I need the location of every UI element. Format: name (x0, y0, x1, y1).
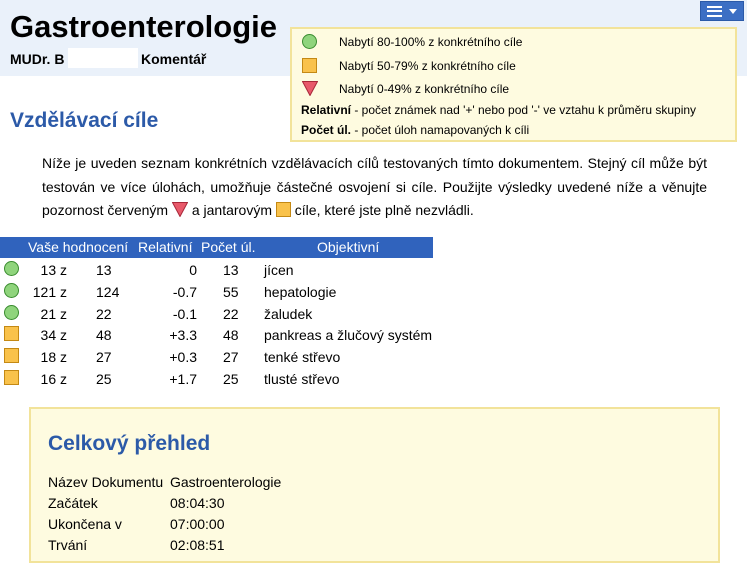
cell-total: 124 (96, 284, 120, 300)
legend-item-red: Nabytí 0-49% z konkrétního cíle (302, 81, 509, 96)
legend-panel: Nabytí 80-100% z konkrétního cíle Nabytí… (290, 27, 737, 142)
objectives-intro: Níže je uveden seznam konkrétních vzdělá… (42, 152, 707, 223)
cell-relative: +1.7 (169, 371, 197, 387)
summary-row-start: Začátek 08:04:30 (48, 495, 225, 511)
menu-button[interactable] (700, 1, 744, 21)
summary-label: Začátek (48, 495, 98, 511)
table-row: 18 z 27 +0.3 27 tenké střevo (0, 346, 440, 368)
summary-title: Celkový přehled (48, 432, 211, 455)
summary-value: 07:00:00 (170, 516, 225, 532)
cell-score: 13 z (40, 262, 67, 278)
cell-total: 48 (96, 327, 112, 343)
cell-objective: tenké střevo (264, 349, 341, 365)
cell-score: 34 z (40, 327, 67, 343)
col-header-count: Počet úl. (201, 239, 256, 255)
cell-count: 25 (223, 371, 239, 387)
summary-panel: Celkový přehled Název Dokumentu Gastroen… (29, 407, 720, 563)
cell-objective: žaludek (264, 306, 313, 322)
table-row: 16 z 25 +1.7 25 tlusté střevo (0, 368, 440, 390)
legend-label: Nabytí 50-79% z konkrétního cíle (339, 58, 516, 73)
legend-count-desc: - počet úloh namapovaných k cíli (351, 123, 530, 137)
cell-total: 22 (96, 306, 112, 322)
green-circle-icon (4, 261, 19, 276)
objectives-title: Vzdělávací cíle (10, 109, 159, 132)
col-header-score: Vaše hodnocení (28, 239, 129, 255)
legend-item-green: Nabytí 80-100% z konkrétního cíle (302, 34, 522, 49)
red-triangle-icon (302, 81, 318, 96)
cell-score: 121 z (32, 284, 67, 300)
page-title: Gastroenterologie (10, 9, 277, 44)
summary-label: Ukončena v (48, 516, 122, 532)
summary-row-duration: Trvání 02:08:51 (48, 537, 225, 553)
cell-relative: -0.1 (172, 306, 197, 322)
summary-row-document: Název Dokumentu Gastroenterologie (48, 474, 281, 490)
cell-total: 27 (96, 349, 112, 365)
cell-score: 16 z (40, 371, 67, 387)
col-header-objective: Objektivní (317, 239, 380, 255)
cell-relative: +3.3 (169, 327, 197, 343)
comment-label: Komentář (141, 51, 207, 67)
cell-objective: hepatologie (264, 284, 337, 300)
cell-objective: tlusté střevo (264, 371, 340, 387)
summary-value: 02:08:51 (170, 537, 225, 553)
amber-square-icon (275, 202, 291, 217)
legend-count-term: Počet úl. (301, 123, 352, 137)
legend-label: Nabytí 80-100% z konkrétního cíle (339, 34, 523, 49)
cell-count: 13 (223, 262, 239, 278)
summary-value: Gastroenterologie (170, 474, 282, 490)
table-row: 121 z 124 -0.7 55 hepatologie (0, 281, 440, 303)
amber-square-icon (302, 58, 317, 73)
summary-row-finished: Ukončena v 07:00:00 (48, 516, 225, 532)
table-row: 21 z 22 -0.1 22 žaludek (0, 303, 440, 325)
cell-relative: +0.3 (169, 349, 197, 365)
green-circle-icon (4, 283, 19, 298)
amber-square-icon (4, 348, 19, 363)
table-row: 34 z 48 +3.3 48 pankreas a žlučový systé… (0, 324, 440, 346)
cell-score: 18 z (40, 349, 67, 365)
student-name: MUDr. B (10, 51, 65, 67)
red-triangle-icon (171, 202, 188, 217)
hamburger-menu-icon (707, 5, 722, 17)
summary-label: Název Dokumentu (48, 474, 164, 490)
cell-score: 21 z (40, 306, 67, 322)
intro-text: cíle, které jste plně nezvládli. (290, 202, 474, 218)
legend-item-amber: Nabytí 50-79% z konkrétního cíle (302, 58, 516, 73)
cell-count: 22 (223, 306, 239, 322)
col-header-relative: Relativní (138, 239, 193, 255)
objectives-table-header: Vaše hodnocení Relativní Počet úl. Objek… (0, 237, 433, 258)
legend-label: Nabytí 0-49% z konkrétního cíle (339, 81, 510, 96)
cell-objective: jícen (264, 262, 294, 278)
green-circle-icon (302, 34, 317, 49)
chevron-down-icon (729, 8, 737, 14)
cell-count: 27 (223, 349, 239, 365)
cell-total: 25 (96, 371, 112, 387)
cell-total: 13 (96, 262, 112, 278)
table-row: 13 z 13 0 13 jícen (0, 259, 440, 281)
cell-objective: pankreas a žlučový systém (264, 327, 433, 343)
legend-relative-definition: Relativní - počet známek nad '+' nebo po… (301, 103, 696, 117)
cell-count: 48 (223, 327, 239, 343)
amber-square-icon (4, 326, 19, 341)
cell-relative: -0.7 (172, 284, 197, 300)
legend-count-definition: Počet úl. - počet úloh namapovaných k cí… (301, 123, 529, 137)
cell-count: 55 (223, 284, 239, 300)
intro-text: a jantarovým (187, 202, 276, 218)
summary-label: Trvání (48, 537, 88, 553)
name-redaction (68, 48, 138, 68)
legend-relative-term: Relativní (301, 103, 352, 117)
legend-relative-desc: - počet známek nad '+' nebo pod '-' ve v… (351, 103, 697, 117)
green-circle-icon (4, 305, 19, 320)
amber-square-icon (4, 370, 19, 385)
summary-value: 08:04:30 (170, 495, 225, 511)
cell-relative: 0 (189, 262, 197, 278)
